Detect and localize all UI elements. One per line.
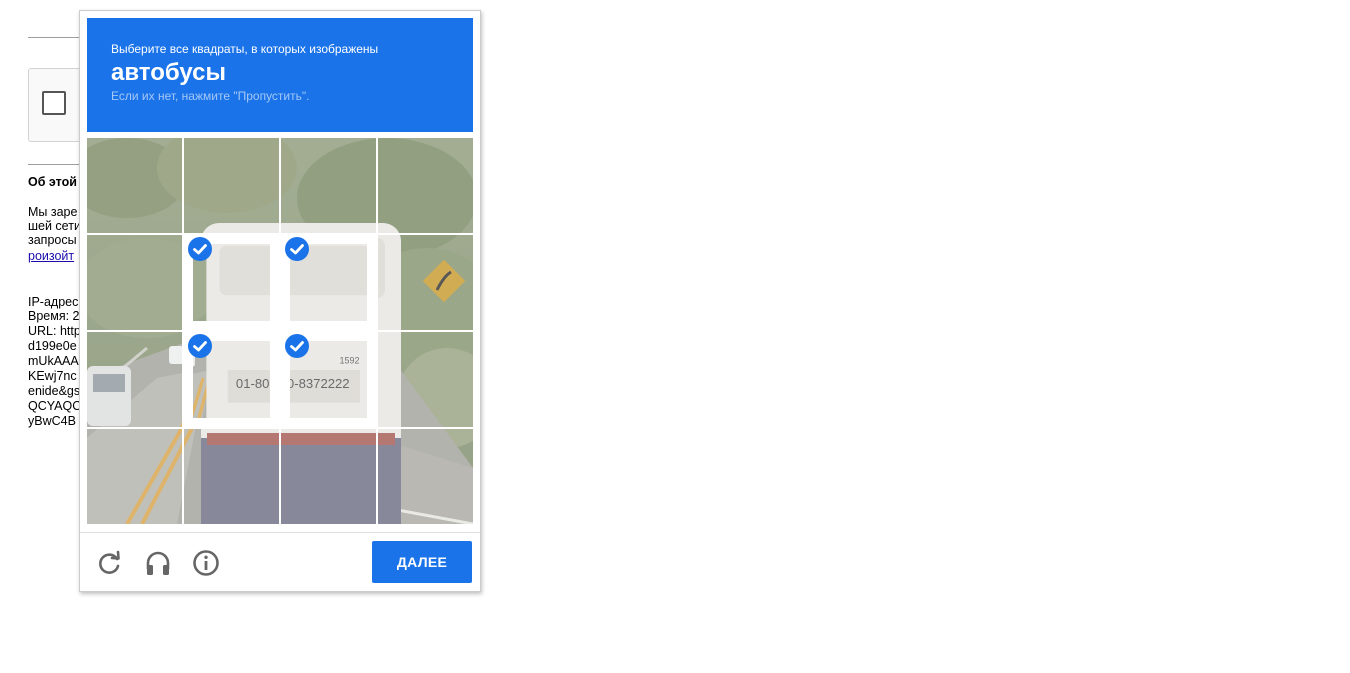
info-line-7: enide&gs [28,384,81,398]
info-line-2: Время: 2 [28,309,80,323]
captcha-tile[interactable]: 01-800-8372222 1592 [281,332,376,427]
checkmark-icon [285,334,309,358]
captcha-tile[interactable]: 01-800-8372222 1592 [184,332,279,427]
tile-image: 01-800-8372222 1592 [281,138,376,233]
info-line-9: yBwC4B [28,414,76,428]
next-button[interactable]: ДАЛЕЕ [372,541,472,583]
checkmark-icon [188,237,212,261]
tile-image: 01-800-8372222 1592 [378,332,473,427]
captcha-tile[interactable]: 01-800-8372222 1592 [184,235,279,330]
captcha-tile[interactable]: 01-800-8372222 1592 [184,138,279,233]
captcha-tile[interactable]: 01-800-8372222 1592 [87,332,182,427]
info-line-1: IP-адрес [28,295,79,309]
recaptcha-checkbox[interactable] [42,91,66,115]
checkmark-icon [188,334,212,358]
about-line-1: Мы заре [28,205,78,219]
captcha-tile[interactable]: 01-800-8372222 1592 [378,429,473,524]
info-line-6: KEwj7nc [28,369,77,383]
tile-image: 01-800-8372222 1592 [184,429,279,524]
captcha-tile[interactable]: 01-800-8372222 1592 [281,235,376,330]
tile-image: 01-800-8372222 1592 [87,138,182,233]
captcha-tile[interactable]: 01-800-8372222 1592 [87,235,182,330]
about-line-2: шей сети [28,219,81,233]
captcha-popup: Выберите все квадраты, в которых изображ… [79,10,481,592]
tile-image: 01-800-8372222 1592 [378,138,473,233]
info-line-8: QCYAQC [28,399,82,413]
tile-image: 01-800-8372222 1592 [378,235,473,330]
captcha-tile[interactable]: 01-800-8372222 1592 [281,429,376,524]
captcha-tile[interactable]: 01-800-8372222 1592 [378,332,473,427]
tile-image: 01-800-8372222 1592 [378,429,473,524]
about-link[interactable]: роизойт [28,250,74,263]
reload-icon[interactable] [96,549,124,577]
captcha-tile[interactable]: 01-800-8372222 1592 [87,138,182,233]
tile-image: 01-800-8372222 1592 [281,429,376,524]
footer-divider [80,532,480,533]
image-grid: 01-800-8372222 1592 [87,138,473,524]
tile-image: 01-800-8372222 1592 [87,429,182,524]
about-line-3: запросы [28,233,77,247]
captcha-tile[interactable]: 01-800-8372222 1592 [184,429,279,524]
checkmark-icon [285,237,309,261]
info-icon[interactable] [192,549,220,577]
captcha-tile[interactable]: 01-800-8372222 1592 [378,138,473,233]
captcha-tile[interactable]: 01-800-8372222 1592 [281,138,376,233]
captcha-header: Выберите все квадраты, в которых изображ… [87,18,473,132]
instruction-text: Выберите все квадраты, в которых изображ… [111,42,379,56]
target-label: автобусы [111,59,226,86]
skip-hint: Если их нет, нажмите "Пропустить". [111,89,310,103]
info-line-5: mUkAAA [28,354,79,368]
tile-image: 01-800-8372222 1592 [87,332,182,427]
captcha-tile[interactable]: 01-800-8372222 1592 [87,429,182,524]
tile-image: 01-800-8372222 1592 [184,138,279,233]
audio-icon[interactable] [144,549,172,577]
info-line-4: d199e0e [28,339,77,353]
captcha-tile[interactable]: 01-800-8372222 1592 [378,235,473,330]
tile-image: 01-800-8372222 1592 [87,235,182,330]
about-title: Об этой [28,175,77,189]
info-line-3: URL: http [28,324,81,338]
